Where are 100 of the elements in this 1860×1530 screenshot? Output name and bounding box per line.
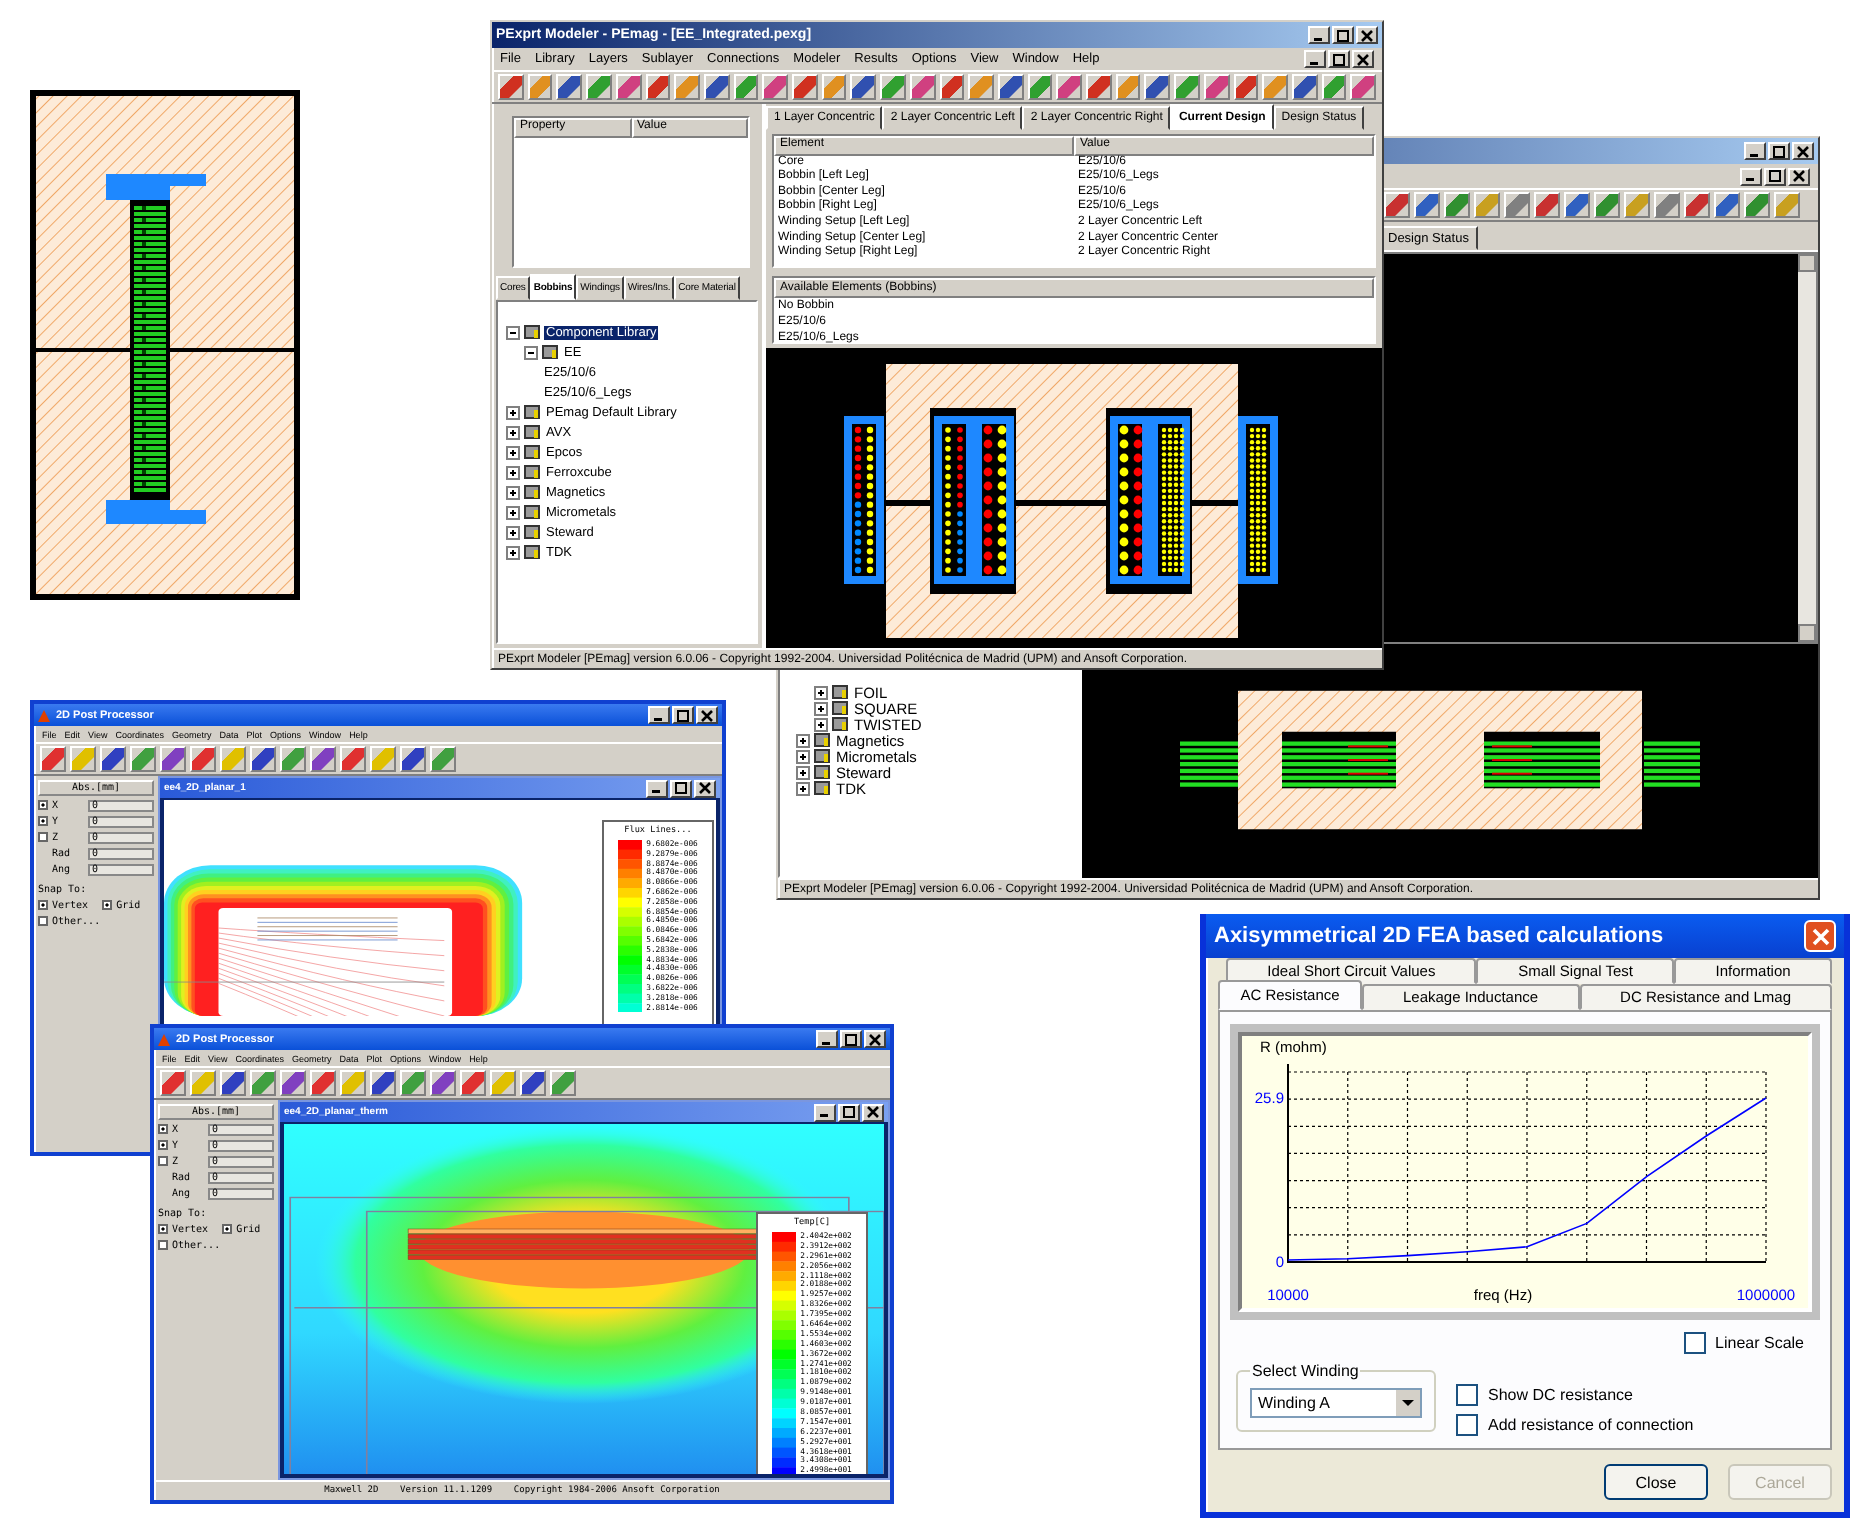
toolbar-button[interactable] — [340, 1070, 366, 1096]
tree-toggle-icon[interactable] — [796, 733, 810, 747]
minimize-button[interactable] — [648, 706, 670, 724]
checkbox[interactable] — [1683, 1332, 1706, 1354]
toolbar-button[interactable] — [490, 1070, 516, 1096]
toolbar-button[interactable] — [1774, 192, 1800, 218]
toolbar-button[interactable] — [1684, 192, 1710, 218]
close-button[interactable] — [1792, 142, 1814, 160]
maximize-button[interactable] — [1332, 26, 1354, 44]
toolbar-button[interactable] — [1534, 192, 1560, 218]
tree-toggle-icon[interactable] — [814, 717, 828, 731]
checkbox[interactable] — [38, 800, 48, 810]
toolbar-button[interactable] — [430, 746, 456, 772]
toolbar-button[interactable] — [160, 1070, 186, 1096]
checkbox[interactable] — [1456, 1414, 1478, 1436]
toolbar-button[interactable] — [1744, 192, 1770, 218]
toolbar-button[interactable] — [821, 74, 847, 100]
toolbar-button[interactable] — [1714, 192, 1740, 218]
minimize-button[interactable] — [814, 1103, 836, 1121]
toolbar-button[interactable] — [1233, 74, 1259, 100]
dialog-button[interactable]: Close — [1604, 1464, 1708, 1500]
checkbox[interactable] — [158, 1156, 168, 1166]
checkbox[interactable] — [158, 1240, 168, 1250]
toolbar-button[interactable] — [100, 746, 126, 772]
checkbox[interactable] — [158, 1224, 168, 1234]
tree-toggle-icon[interactable] — [506, 325, 520, 339]
toolbar-button[interactable] — [280, 1070, 306, 1096]
maximize-button[interactable] — [840, 1030, 862, 1048]
tree-toggle-icon[interactable] — [506, 545, 520, 559]
tree-toggle-icon[interactable] — [506, 425, 520, 439]
close-button[interactable] — [696, 706, 718, 724]
close-button[interactable] — [694, 779, 716, 797]
toolbar-button[interactable] — [1444, 192, 1470, 218]
toolbar-button[interactable] — [520, 1070, 546, 1096]
toolbar-button[interactable] — [997, 74, 1024, 100]
maximize-button[interactable] — [1764, 167, 1786, 185]
toolbar-button[interactable] — [498, 74, 524, 100]
toolbar-button[interactable] — [160, 746, 186, 772]
toolbar-button[interactable] — [1174, 74, 1200, 100]
toolbar-button[interactable] — [1384, 192, 1410, 218]
toolbar-button[interactable] — [909, 74, 936, 100]
tree-toggle-icon[interactable] — [524, 345, 538, 359]
minimize-button[interactable] — [1740, 167, 1762, 185]
tree-toggle-icon[interactable] — [796, 749, 810, 763]
toolbar-button[interactable] — [615, 74, 642, 100]
minimize-button[interactable] — [1744, 142, 1766, 160]
toolbar-button[interactable] — [250, 746, 276, 772]
maximize-button[interactable] — [1768, 142, 1790, 160]
toolbar-button[interactable] — [1350, 74, 1377, 100]
toolbar-button[interactable] — [220, 746, 246, 772]
checkbox[interactable] — [38, 916, 48, 926]
toolbar-button[interactable] — [1594, 192, 1620, 218]
toolbar-button[interactable] — [370, 1070, 396, 1096]
toolbar-button[interactable] — [40, 746, 66, 772]
toolbar-button[interactable] — [1115, 74, 1141, 100]
close-button[interactable] — [864, 1030, 886, 1048]
checkbox[interactable] — [222, 1224, 233, 1234]
checkbox[interactable] — [158, 1124, 168, 1134]
toolbar-button[interactable] — [762, 74, 789, 100]
toolbar-button[interactable] — [430, 1070, 456, 1096]
checkbox[interactable] — [38, 900, 48, 910]
toolbar-button[interactable] — [850, 74, 877, 100]
toolbar-button[interactable] — [400, 1070, 426, 1096]
winding-dropdown[interactable]: Winding A — [1250, 1388, 1422, 1418]
toolbar-button[interactable] — [1624, 192, 1650, 218]
toolbar-button[interactable] — [190, 746, 216, 772]
maximize-button[interactable] — [838, 1103, 860, 1121]
toolbar-button[interactable] — [1027, 74, 1053, 100]
minimize-button[interactable] — [1303, 50, 1326, 68]
toolbar-button[interactable] — [1262, 74, 1288, 100]
toolbar-button[interactable] — [220, 1070, 246, 1096]
toolbar-button[interactable] — [527, 74, 553, 100]
toolbar-button[interactable] — [1086, 74, 1112, 100]
toolbar-button[interactable] — [556, 74, 583, 100]
toolbar-button[interactable] — [645, 74, 671, 100]
toolbar-button[interactable] — [968, 74, 994, 100]
toolbar-button[interactable] — [1291, 74, 1318, 100]
toolbar-button[interactable] — [1414, 192, 1440, 218]
close-button[interactable] — [1351, 50, 1374, 68]
toolbar-button[interactable] — [1504, 192, 1530, 218]
toolbar-button[interactable] — [792, 74, 818, 100]
toolbar-button[interactable] — [310, 746, 336, 772]
tree-toggle-icon[interactable] — [506, 525, 520, 539]
tree-toggle-icon[interactable] — [506, 445, 520, 459]
toolbar-button[interactable] — [674, 74, 700, 100]
maximize-button[interactable] — [672, 706, 694, 724]
tree-toggle-icon[interactable] — [814, 701, 828, 715]
toolbar-button[interactable] — [1144, 74, 1171, 100]
toolbar-button[interactable] — [70, 746, 96, 772]
checkbox[interactable] — [1456, 1384, 1478, 1406]
toolbar-button[interactable] — [310, 1070, 336, 1096]
toolbar-button[interactable] — [703, 74, 730, 100]
checkbox[interactable] — [158, 1140, 168, 1150]
toolbar-button[interactable] — [550, 1070, 576, 1096]
toolbar-button[interactable] — [400, 746, 426, 772]
toolbar-button[interactable] — [190, 1070, 216, 1096]
close-button[interactable] — [862, 1103, 884, 1121]
close-button[interactable] — [1356, 26, 1378, 44]
toolbar-button[interactable] — [250, 1070, 276, 1096]
checkbox[interactable] — [38, 832, 48, 842]
